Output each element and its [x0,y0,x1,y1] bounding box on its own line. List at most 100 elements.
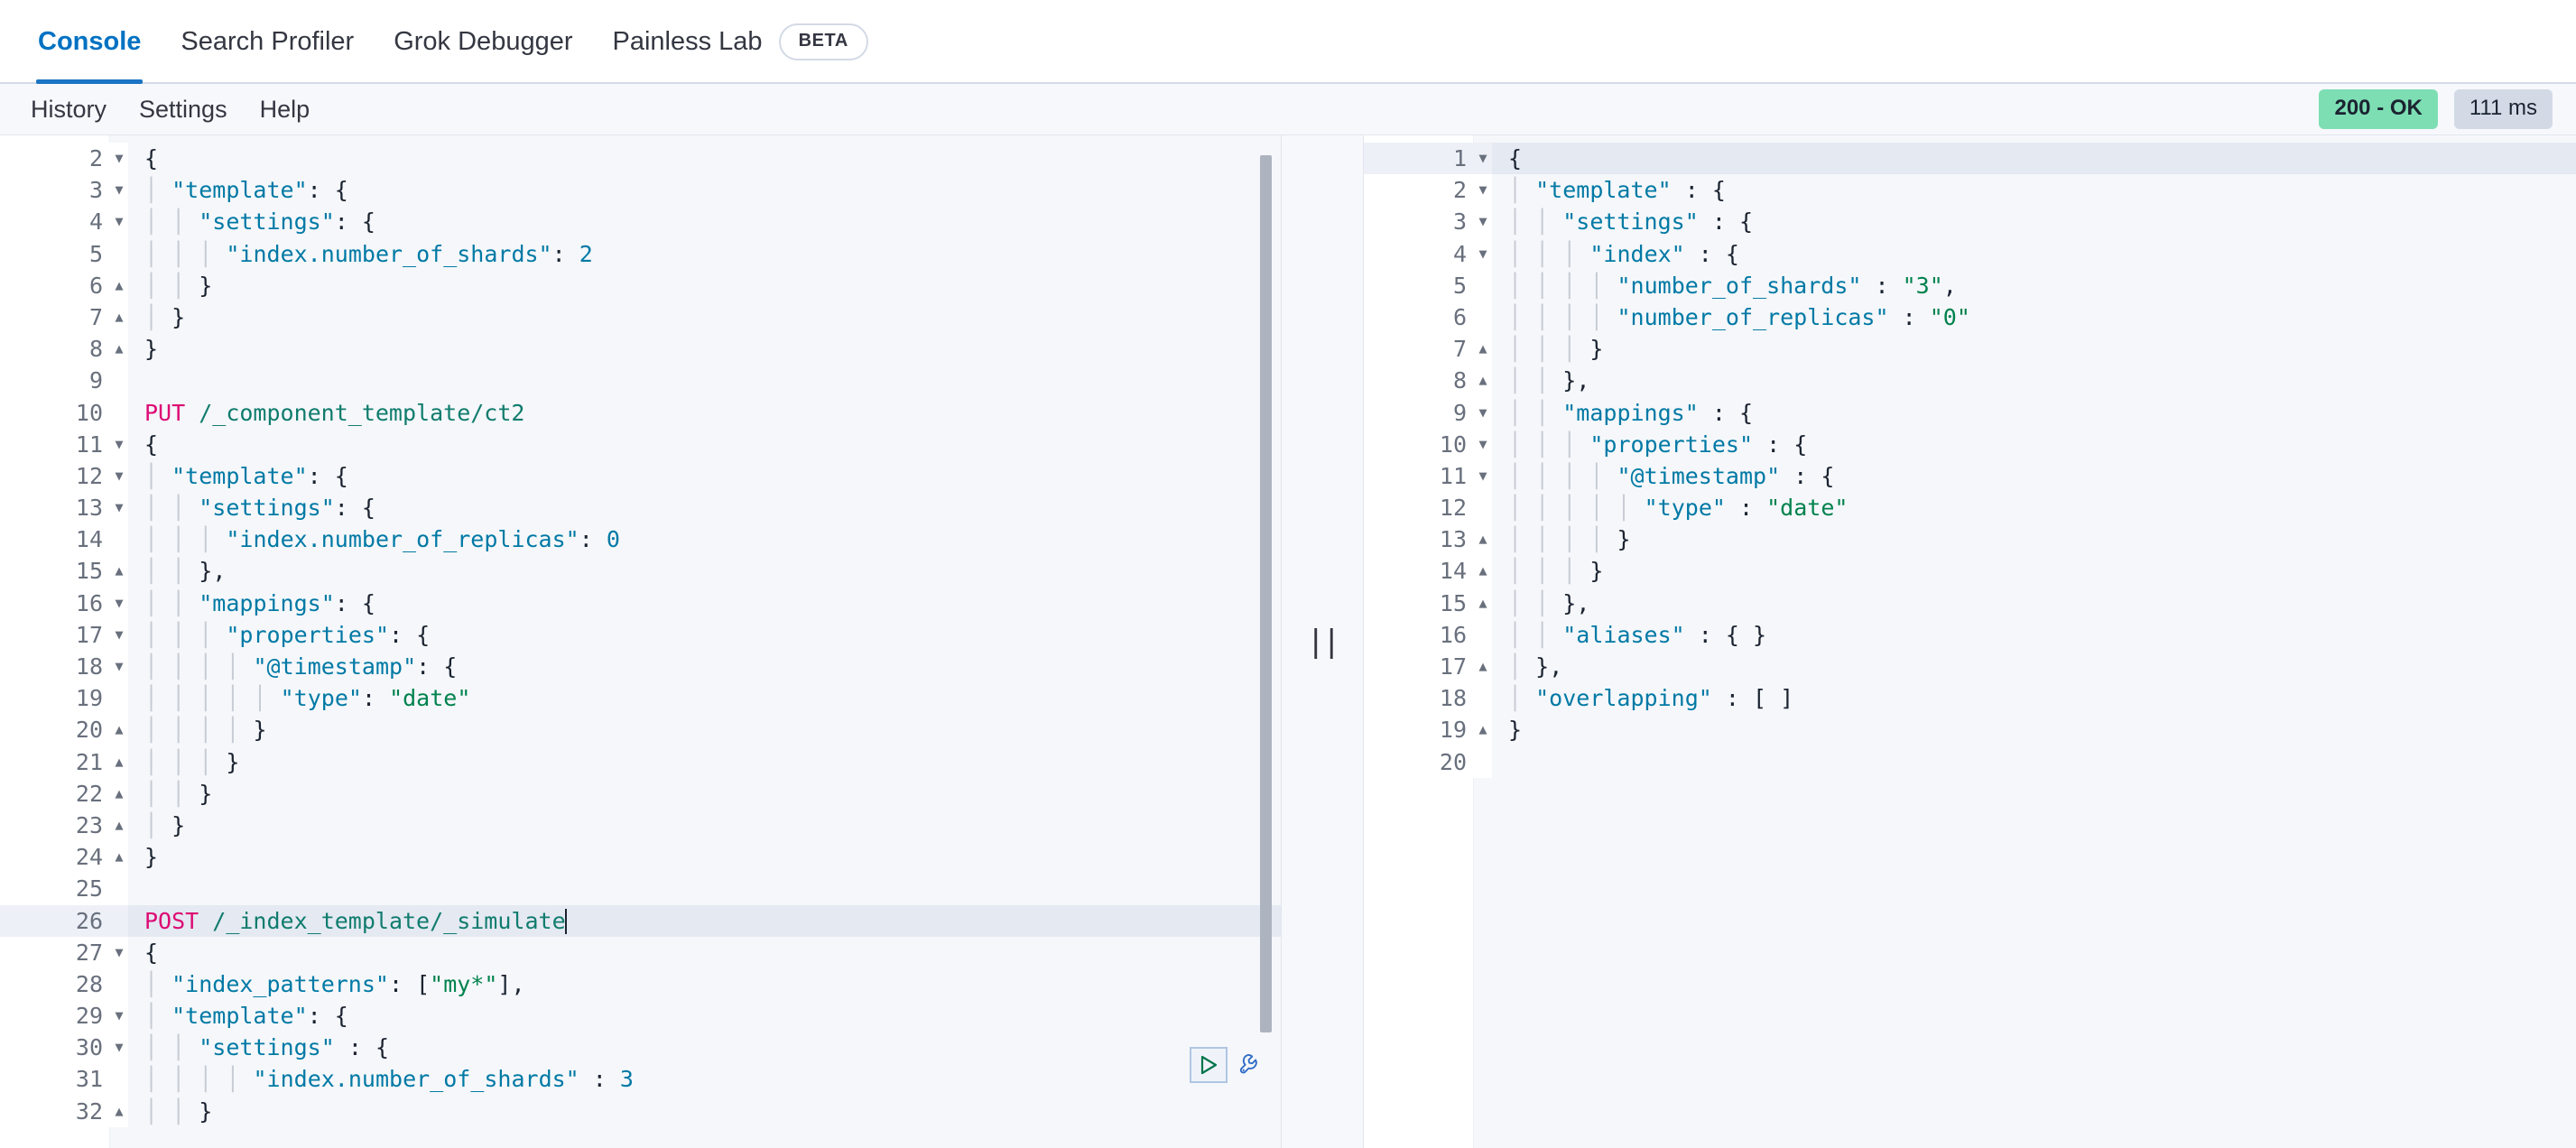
code-line[interactable]: 14 │ │ │ "index.number_of_replicas": 0 [0,523,1281,556]
code-line[interactable]: 1 ▼{ [1364,143,2576,175]
fold-expand-icon[interactable]: ▲ [110,555,128,588]
fold-collapse-icon[interactable]: ▼ [1474,174,1492,207]
code-line[interactable]: 22 ▲ │ │ } [0,777,1281,810]
fold-expand-icon[interactable]: ▲ [110,841,128,874]
code-line[interactable]: 20 [1364,745,2576,778]
tab-console[interactable]: Console [18,0,161,84]
code-line[interactable]: 19 │ │ │ │ │ "type": "date" [0,682,1281,715]
splitter-grip[interactable]: || [1307,624,1341,660]
toolbar-item-history[interactable]: History [31,96,107,124]
code-line[interactable]: 30 ▼ │ │ "settings" : { [0,1032,1281,1064]
fold-collapse-icon[interactable]: ▼ [110,1000,128,1032]
code-line[interactable]: 5 │ │ │ "index.number_of_shards": 2 [0,237,1281,270]
response-pane[interactable]: 1 ▼{2 ▼ │ "template" : {3 ▼ │ │ "settings" : … [1364,135,2576,1148]
fold-expand-icon[interactable]: ▲ [1474,333,1492,366]
code-line[interactable]: 2 ▼ { [0,143,1281,175]
send-request-play-button[interactable] [1190,1047,1228,1083]
code-line[interactable]: 7 ▲ │ │ │ } [1364,333,2576,366]
code-line[interactable]: 23 ▲ │ } [0,809,1281,842]
fold-collapse-icon[interactable]: ▼ [110,143,128,175]
fold-expand-icon[interactable]: ▲ [110,1095,128,1127]
fold-collapse-icon[interactable]: ▼ [110,428,128,460]
code-line[interactable]: 27 ▼ { [0,936,1281,968]
fold-collapse-icon[interactable]: ▼ [110,1032,128,1064]
tab-search-profiler[interactable]: Search Profiler [161,0,374,84]
code-line[interactable]: 9 [0,365,1281,397]
code-line[interactable]: 12 ▼ │ "template": { [0,459,1281,493]
code-line[interactable]: 10 ▼ │ │ │ "properties" : { [1364,428,2576,460]
fold-expand-icon[interactable]: ▲ [110,714,128,746]
request-editor-lines[interactable]: 2 ▼{3 ▼ │ "template": {4 ▼ │ │ "settings": {5… [0,143,1281,1148]
fold-collapse-icon[interactable]: ▼ [1474,428,1492,460]
pane-splitter[interactable]: || [1281,135,1364,1148]
code-line[interactable]: 20 ▲ │ │ │ │ } [0,714,1281,746]
fold-collapse-icon[interactable]: ▼ [110,618,128,651]
request-editor-pane[interactable]: 2 ▼{3 ▼ │ "template": {4 ▼ │ │ "settings": {5… [0,135,1281,1148]
code-line[interactable]: 6 ▲ │ │ } [0,269,1281,301]
code-line[interactable]: 13 ▼ │ │ "settings": { [0,492,1281,524]
code-line[interactable]: 8 ▲ │ │ }, [1364,365,2576,397]
fold-collapse-icon[interactable]: ▼ [1474,396,1492,429]
fold-collapse-icon[interactable]: ▼ [110,459,128,493]
code-line[interactable]: 6 │ │ │ │ "number_of_replicas" : "0" [1364,301,2576,334]
code-line[interactable]: 29 ▼ │ "template": { [0,1000,1281,1032]
editor-vertical-scrollbar[interactable] [1260,155,1272,1032]
fold-expand-icon[interactable]: ▲ [1474,365,1492,397]
code-line[interactable]: 17 ▼ │ │ │ "properties": { [0,618,1281,651]
code-line[interactable]: 11 ▼ { [0,428,1281,460]
request-options-wrench-icon[interactable] [1233,1047,1269,1083]
code-line[interactable]: 18 │ "overlapping" : [ ] [1364,682,2576,715]
fold-expand-icon[interactable]: ▲ [1474,714,1492,746]
fold-collapse-icon[interactable]: ▼ [1474,459,1492,493]
fold-collapse-icon[interactable]: ▼ [110,492,128,524]
code-line[interactable]: 7 ▲ │ } [0,301,1281,334]
code-line[interactable]: 4 ▼ │ │ │ "index" : { [1364,237,2576,270]
fold-expand-icon[interactable]: ▲ [1474,523,1492,556]
toolbar-item-help[interactable]: Help [260,96,310,124]
fold-collapse-icon[interactable]: ▼ [110,206,128,238]
fold-collapse-icon[interactable]: ▼ [1474,237,1492,270]
code-line[interactable]: 5 │ │ │ │ "number_of_shards" : "3", [1364,269,2576,301]
code-line[interactable]: 11 ▼ │ │ │ │ "@timestamp" : { [1364,459,2576,493]
code-line[interactable]: 16 ▼ │ │ "mappings": { [0,587,1281,619]
code-line[interactable]: 2 ▼ │ "template" : { [1364,174,2576,207]
code-line[interactable]: 13 ▲ │ │ │ │ } [1364,523,2576,556]
code-line[interactable]: 17 ▲ │ }, [1364,651,2576,683]
fold-expand-icon[interactable]: ▲ [1474,555,1492,588]
fold-collapse-icon[interactable]: ▼ [110,587,128,619]
code-line[interactable]: 3 ▼ │ "template": { [0,174,1281,207]
code-line[interactable]: 24 ▲} [0,841,1281,874]
code-line[interactable]: 14 ▲ │ │ │ } [1364,555,2576,588]
fold-expand-icon[interactable]: ▲ [110,269,128,301]
fold-expand-icon[interactable]: ▲ [1474,587,1492,619]
code-line[interactable]: 31 │ │ │ │ "index.number_of_shards" : 3 [0,1063,1281,1096]
code-line[interactable]: 3 ▼ │ │ "settings" : { [1364,206,2576,238]
fold-expand-icon[interactable]: ▲ [1474,651,1492,683]
fold-collapse-icon[interactable]: ▼ [110,936,128,968]
fold-collapse-icon[interactable]: ▼ [110,651,128,683]
fold-collapse-icon[interactable]: ▼ [1474,143,1492,175]
code-line[interactable]: 15 ▲ │ │ }, [0,555,1281,588]
fold-expand-icon[interactable]: ▲ [110,809,128,842]
code-line[interactable]: 10 PUT /_component_template/ct2 [0,396,1281,429]
toolbar-item-settings[interactable]: Settings [139,96,227,124]
fold-collapse-icon[interactable]: ▼ [110,174,128,207]
code-line[interactable]: 28 │ "index_patterns": ["my*"], [0,967,1281,1001]
code-line[interactable]: 21 ▲ │ │ │ } [0,745,1281,778]
code-line[interactable]: 26 POST /_index_template/_simulate [0,904,1281,937]
code-line[interactable]: 4 ▼ │ │ "settings": { [0,206,1281,238]
code-line[interactable]: 15 ▲ │ │ }, [1364,587,2576,619]
fold-expand-icon[interactable]: ▲ [110,745,128,778]
fold-expand-icon[interactable]: ▲ [110,301,128,334]
code-line[interactable]: 9 ▼ │ │ "mappings" : { [1364,396,2576,429]
code-line[interactable]: 19 ▲} [1364,714,2576,746]
fold-expand-icon[interactable]: ▲ [110,777,128,810]
code-line[interactable]: 8 ▲} [0,333,1281,366]
fold-collapse-icon[interactable]: ▼ [1474,206,1492,238]
code-line[interactable]: 12 │ │ │ │ │ "type" : "date" [1364,492,2576,524]
code-line[interactable]: 18 ▼ │ │ │ │ "@timestamp": { [0,651,1281,683]
code-line[interactable]: 32 ▲ │ │ } [0,1095,1281,1127]
code-line[interactable]: 25 [0,873,1281,905]
tab-grok-debugger[interactable]: Grok Debugger [374,0,592,84]
fold-expand-icon[interactable]: ▲ [110,333,128,366]
